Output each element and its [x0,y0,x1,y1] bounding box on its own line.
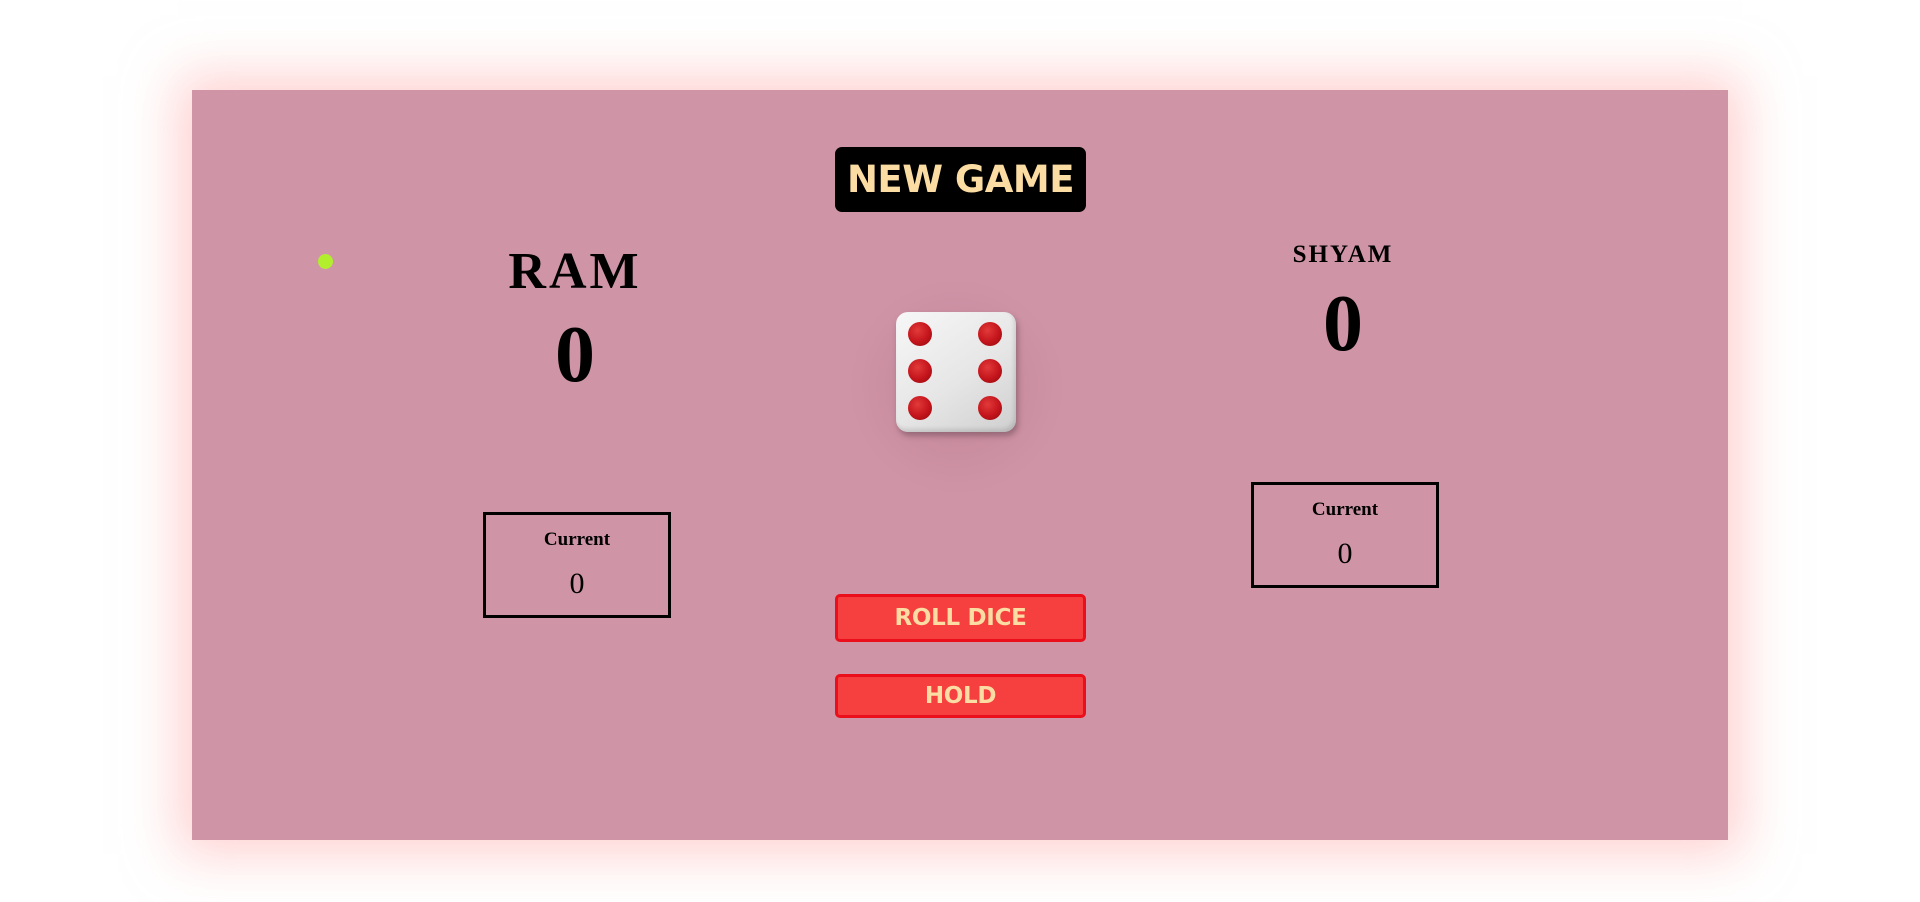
dice-pip [908,322,932,346]
dice-pip [908,359,932,383]
player-1-name: RAM [508,243,642,300]
player-1-current-score: 0 [569,567,585,600]
player-2-current-box: Current 0 [1251,482,1439,588]
dice-pip [978,396,1002,420]
player-1-total-score: 0 [555,311,595,399]
player-2-current-score: 0 [1337,537,1353,570]
dice-six-icon [896,312,1016,432]
dice-pip [978,322,1002,346]
player-1-current-box: Current 0 [483,512,671,618]
dice-pip [908,396,932,420]
new-game-button[interactable]: NEW GAME [835,147,1086,212]
active-player-indicator [318,254,333,269]
player-2-name: SHYAM [1292,241,1394,268]
player-2-total-score: 0 [1323,280,1363,368]
dice-pip [978,359,1002,383]
player-2-current-label: Current [1311,499,1379,520]
player-1-current-label: Current [543,529,611,550]
game-board: NEW GAME RAM 0 Current 0 SHYAM 0 Current… [192,90,1728,840]
roll-dice-button[interactable]: ROLL DICE [835,594,1086,642]
dice-area [836,272,1078,502]
hold-button[interactable]: HOLD [835,674,1086,718]
